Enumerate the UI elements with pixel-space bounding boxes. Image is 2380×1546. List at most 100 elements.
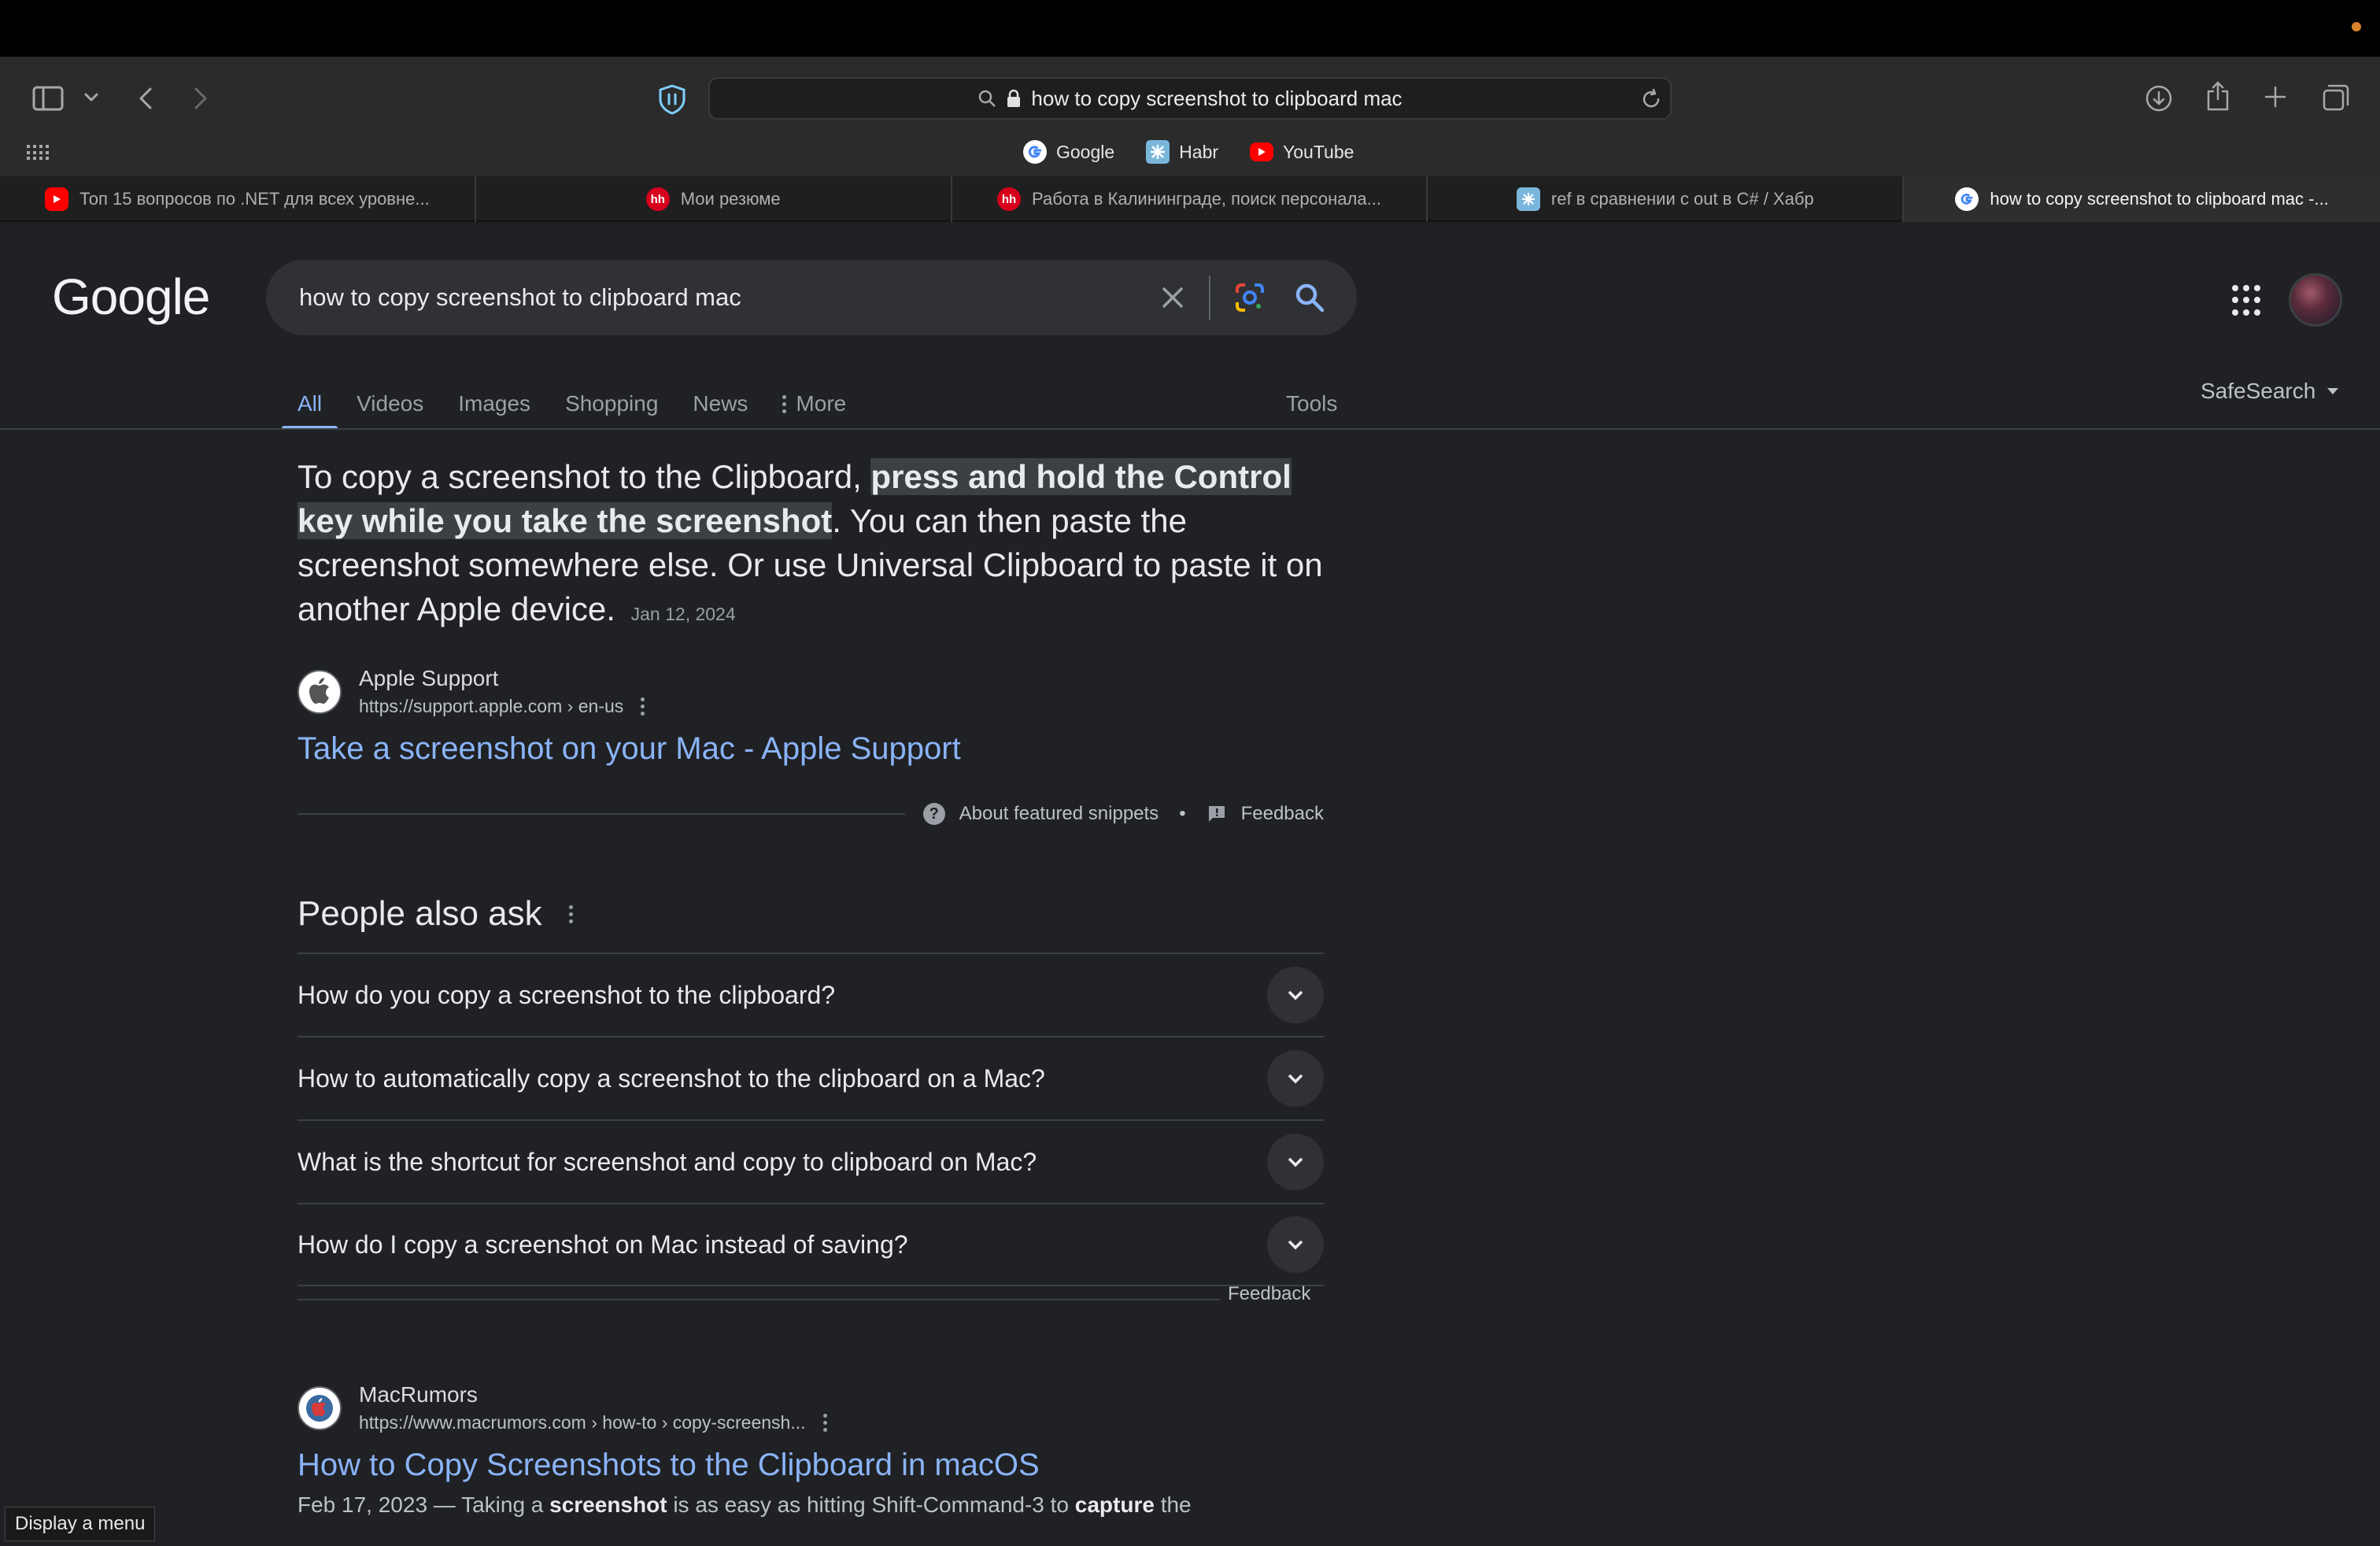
- tab-label: Мои резюме: [680, 189, 781, 209]
- recording-indicator: [2352, 22, 2361, 31]
- tab-more-label: More: [796, 391, 847, 416]
- paa-question-text: How do you copy a screenshot to the clip…: [298, 980, 836, 1009]
- chevron-down-icon[interactable]: [1267, 1216, 1324, 1273]
- paa-question[interactable]: How to automatically copy a screenshot t…: [298, 1036, 1324, 1119]
- forward-button[interactable]: [187, 82, 214, 115]
- desc-bold: capture: [1074, 1492, 1155, 1517]
- paa-title: People also ask: [298, 894, 542, 933]
- chevron-down-icon[interactable]: [82, 88, 101, 107]
- desc-text: is as easy as hitting Shift-Command-3 to: [667, 1492, 1075, 1517]
- clear-icon[interactable]: [1160, 285, 1185, 310]
- caret-down-icon: [2326, 387, 2339, 395]
- people-also-ask-heading: People also ask: [298, 894, 573, 934]
- result-description: Feb 17, 2023 — Taking a screenshot is as…: [298, 1489, 1336, 1521]
- paa-question[interactable]: How do you copy a screenshot to the clip…: [298, 952, 1324, 1036]
- favorite-label: Habr: [1179, 141, 1219, 162]
- paa-question[interactable]: What is the shortcut for screenshot and …: [298, 1119, 1324, 1203]
- youtube-icon: [45, 187, 69, 211]
- chevron-down-icon[interactable]: [1267, 967, 1324, 1023]
- search-result: MacRumors https://www.macrumors.com › ho…: [298, 1382, 1336, 1521]
- browser-tab-active[interactable]: how to copy screenshot to clipboard mac …: [1904, 176, 2380, 222]
- menu-bar: [0, 0, 2380, 57]
- google-icon: [1955, 187, 1979, 211]
- paa-question[interactable]: How do I copy a screenshot on Mac instea…: [298, 1203, 1324, 1286]
- source-name: MacRumors: [359, 1382, 478, 1407]
- tab-images[interactable]: Images: [458, 378, 530, 430]
- divider: [0, 428, 2380, 430]
- tab-label: Работа в Калининграде, поиск персонала..…: [1032, 189, 1381, 209]
- desc-bold: screenshot: [549, 1492, 667, 1517]
- result-link[interactable]: Take a screenshot on your Mac - Apple Su…: [298, 731, 1324, 767]
- feedback-link[interactable]: Feedback: [1241, 803, 1324, 825]
- paa-question-text: How do I copy a screenshot on Mac instea…: [298, 1230, 908, 1259]
- google-lens-icon[interactable]: [1234, 282, 1266, 313]
- google-icon: [1023, 140, 1047, 164]
- back-button[interactable]: [132, 82, 159, 115]
- reload-icon[interactable]: [1637, 85, 1665, 113]
- habr-icon: [1516, 187, 1540, 211]
- more-options-icon[interactable]: [568, 904, 573, 923]
- search-icon[interactable]: [1294, 282, 1325, 313]
- favorite-label: Google: [1056, 141, 1115, 162]
- url-text: how to copy screenshot to clipboard mac: [1031, 86, 1402, 110]
- tab-shopping[interactable]: Shopping: [565, 378, 658, 430]
- safesearch-button[interactable]: SafeSearch: [2201, 372, 2339, 411]
- address-bar[interactable]: how to copy screenshot to clipboard mac: [708, 77, 1672, 120]
- favorite-habr[interactable]: Habr: [1146, 140, 1218, 164]
- feedback-icon: [1207, 804, 1227, 824]
- tab-overview-icon[interactable]: [2320, 82, 2352, 113]
- chevron-down-icon[interactable]: [1267, 1134, 1324, 1190]
- lock-icon: [1006, 89, 1022, 108]
- snippet-feedback-row: ? About featured snippets • Feedback: [298, 800, 1324, 828]
- paa-question-text: How to automatically copy a screenshot t…: [298, 1063, 1045, 1093]
- tab-label: how to copy screenshot to clipboard mac …: [1990, 189, 2329, 209]
- youtube-icon: [1250, 142, 1274, 161]
- tab-more[interactable]: More: [782, 378, 846, 430]
- search-input[interactable]: [298, 283, 1160, 313]
- about-featured-snippets-link[interactable]: About featured snippets: [959, 803, 1159, 825]
- favorite-label: YouTube: [1283, 141, 1354, 162]
- divider: [1209, 276, 1210, 320]
- browser-tab[interactable]: hh Работа в Калининграде, поиск персонал…: [952, 176, 1428, 222]
- source-name: Apple Support: [359, 666, 499, 690]
- share-icon[interactable]: [2202, 79, 2234, 113]
- safesearch-label: SafeSearch: [2201, 379, 2316, 403]
- more-options-icon[interactable]: [641, 697, 645, 716]
- chevron-down-icon[interactable]: [1267, 1050, 1324, 1107]
- google-logo[interactable]: Google: [52, 268, 210, 326]
- hh-icon: hh: [997, 187, 1022, 211]
- favorite-google[interactable]: Google: [1023, 140, 1114, 164]
- result-link[interactable]: How to Copy Screenshots to the Clipboard…: [298, 1448, 1336, 1483]
- featured-source: Apple Support https://support.apple.com …: [298, 666, 1324, 767]
- tab-videos[interactable]: Videos: [357, 378, 423, 430]
- tab-strip: Топ 15 вопросов по .NET для всех уровне.…: [0, 176, 2380, 222]
- privacy-shield-icon[interactable]: [656, 82, 688, 117]
- apple-logo-icon[interactable]: [298, 669, 342, 714]
- hh-icon: hh: [645, 187, 670, 211]
- favorite-youtube[interactable]: YouTube: [1250, 142, 1354, 163]
- more-options-icon[interactable]: [822, 1414, 827, 1432]
- favorites-bar: Google Habr YouTube: [1023, 135, 1354, 168]
- tab-all[interactable]: All: [281, 378, 338, 430]
- paa-question-text: What is the shortcut for screenshot and …: [298, 1147, 1037, 1176]
- snippet-lead: To copy a screenshot to the Clipboard,: [298, 458, 871, 495]
- sidebar-toggle-icon[interactable]: [30, 82, 66, 115]
- featured-snippet-text: To copy a screenshot to the Clipboard, p…: [298, 455, 1336, 636]
- source-url-row: https://support.apple.com › en-us: [359, 696, 645, 717]
- divider: [298, 1299, 1220, 1300]
- downloads-icon[interactable]: [2142, 82, 2175, 115]
- tab-news[interactable]: News: [693, 378, 748, 430]
- paa-feedback-link[interactable]: Feedback: [1228, 1283, 1310, 1305]
- tab-label: ref в сравнении с out в C# / Хабр: [1550, 189, 1814, 209]
- favorites-grid-icon[interactable]: [27, 145, 49, 161]
- more-vert-icon: [782, 394, 787, 413]
- search-icon: [978, 89, 996, 108]
- browser-tab[interactable]: ref в сравнении с out в C# / Хабр: [1428, 176, 1905, 222]
- new-tab-icon[interactable]: [2260, 82, 2290, 112]
- macrumors-logo-icon[interactable]: [298, 1385, 342, 1430]
- avatar[interactable]: [2289, 273, 2342, 327]
- tools-button[interactable]: Tools: [1286, 378, 1337, 430]
- google-apps-icon[interactable]: [2232, 285, 2264, 316]
- browser-tab[interactable]: hh Мои резюме: [476, 176, 952, 222]
- browser-tab[interactable]: Топ 15 вопросов по .NET для всех уровне.…: [0, 176, 476, 222]
